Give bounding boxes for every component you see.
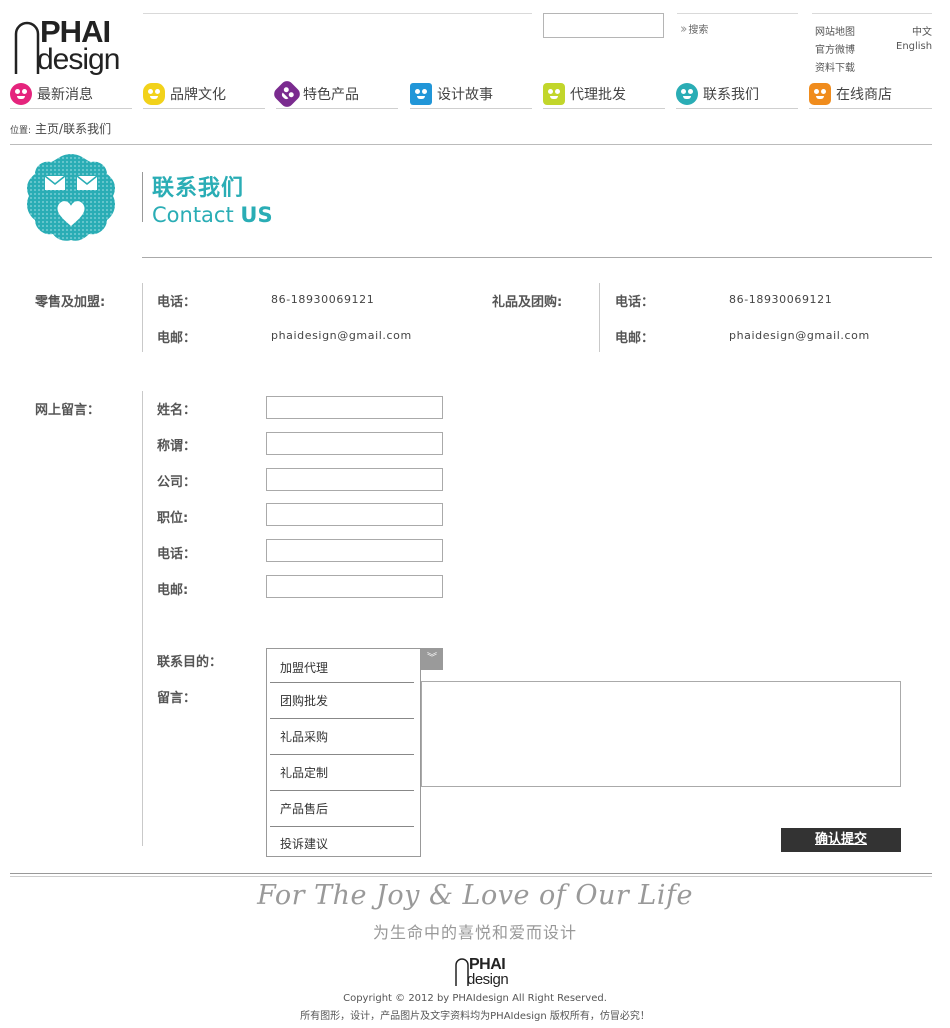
header-rule xyxy=(812,13,932,14)
gift-email-value[interactable]: phaidesign@gmail.com xyxy=(729,329,870,342)
nav-item-label: 最新消息 xyxy=(37,87,93,103)
title-divider xyxy=(142,172,143,222)
position-label: 职位: xyxy=(157,511,189,526)
header-rule xyxy=(143,13,532,14)
footer-tagline-en: For The Joy & Love of Our Life xyxy=(257,880,693,911)
phone-label: 电话： xyxy=(157,547,197,562)
svg-text:design: design xyxy=(37,43,119,76)
purple-star-face-icon xyxy=(271,78,303,110)
phai-design-logo[interactable]: PHAI design xyxy=(10,12,135,78)
purpose-dropdown-toggle[interactable]: ︾ xyxy=(421,648,443,670)
subtitle-part-bold: US xyxy=(240,203,273,227)
salutation-label: 称谓： xyxy=(157,439,197,454)
phone-input[interactable] xyxy=(266,539,443,562)
page-title: 联系我们 xyxy=(152,176,245,201)
nav-item-label: 在线商店 xyxy=(836,87,892,103)
purpose-option[interactable]: 产品售后 xyxy=(280,790,414,826)
svg-text:design: design xyxy=(467,971,508,988)
footer-logo: PHAI design xyxy=(455,956,509,988)
footer-tagline-cn: 为生命中的喜悦和爱而设计 xyxy=(372,923,577,942)
column-divider xyxy=(142,283,143,352)
lang-cn-link[interactable]: 中文 xyxy=(912,23,932,38)
company-label: 公司： xyxy=(157,475,197,490)
retail-email-label: 电邮： xyxy=(157,331,197,346)
nav-item-news[interactable]: 最新消息 xyxy=(10,80,132,109)
column-divider xyxy=(142,391,143,846)
company-input[interactable] xyxy=(266,468,443,491)
blue-square-icon xyxy=(410,83,432,105)
nav-item-products[interactable]: 特色产品 xyxy=(271,78,398,110)
nav-item-contact[interactable]: 联系我们 xyxy=(676,80,798,109)
gift-phone-value: 86-18930069121 xyxy=(729,293,833,306)
message-label: 留言： xyxy=(157,691,197,706)
search-button-label: 搜索 xyxy=(688,25,709,36)
double-chevron-right-icon: ›› xyxy=(680,22,688,37)
yellow-flower-face-icon xyxy=(143,83,165,105)
nav-item-label: 特色产品 xyxy=(303,87,359,103)
envelope-heart-badge-icon xyxy=(27,154,115,241)
nav-item-label: 设计故事 xyxy=(437,87,493,103)
message-form-heading: 网上留言： xyxy=(35,403,101,418)
gift-phone-label: 电话： xyxy=(615,295,655,310)
purpose-option[interactable]: 礼品定制 xyxy=(280,754,414,790)
purpose-option[interactable]: 加盟代理 xyxy=(280,649,414,685)
purpose-label: 联系目的： xyxy=(157,655,223,670)
teal-face-icon xyxy=(676,83,698,105)
breadcrumb: 位置: 主页/联系我们 xyxy=(10,120,111,137)
retail-email-value[interactable]: phaidesign@gmail.com xyxy=(271,329,412,342)
section-divider xyxy=(10,144,932,145)
footer-rule xyxy=(10,873,932,874)
gift-email-label: 电邮： xyxy=(615,331,655,346)
purpose-dropdown-list[interactable]: 加盟代理 团购批发 礼品采购 礼品定制 产品售后 投诉建议 xyxy=(266,648,421,857)
copyright-text: Copyright © 2012 by PHAIdesign All Right… xyxy=(343,993,607,1004)
search-input[interactable] xyxy=(543,13,664,38)
breadcrumb-path[interactable]: 主页/联系我们 xyxy=(35,122,111,136)
column-divider xyxy=(599,283,600,352)
footer-rule xyxy=(10,876,932,877)
orange-face-icon xyxy=(809,83,831,105)
nav-item-shop[interactable]: 在线商店 xyxy=(809,80,932,109)
double-chevron-down-icon: ︾ xyxy=(427,653,437,664)
download-link[interactable]: 资料下载 xyxy=(815,59,855,74)
email-label: 电邮: xyxy=(157,583,189,598)
gift-heading: 礼品及团购: xyxy=(492,295,563,310)
subtitle-part: Contact xyxy=(152,203,241,227)
message-textarea[interactable] xyxy=(421,681,901,787)
submit-button[interactable]: 确认提交 xyxy=(781,828,901,852)
rights-text: 所有图形，设计，产品图片及文字资料均为PHAIdesign 版权所有，仿冒必究！ xyxy=(300,1011,650,1022)
pink-face-icon xyxy=(10,83,32,105)
header-rule xyxy=(677,13,798,14)
retail-heading: 零售及加盟: xyxy=(35,295,106,310)
nav-item-brand[interactable]: 品牌文化 xyxy=(143,80,265,109)
lime-face-icon xyxy=(543,83,565,105)
retail-phone-value: 86-18930069121 xyxy=(271,293,375,306)
breadcrumb-prefix: 位置: xyxy=(10,126,32,136)
salutation-input[interactable] xyxy=(266,432,443,455)
email-input[interactable] xyxy=(266,575,443,598)
purpose-option[interactable]: 团购批发 xyxy=(280,682,414,718)
lang-en-link[interactable]: English xyxy=(896,41,932,52)
nav-item-label: 品牌文化 xyxy=(170,87,226,103)
name-input[interactable] xyxy=(266,396,443,419)
purpose-option[interactable]: 投诉建议 xyxy=(280,825,414,861)
nav-item-label: 代理批发 xyxy=(570,87,626,103)
name-label: 姓名： xyxy=(157,403,197,418)
position-input[interactable] xyxy=(266,503,443,526)
sitemap-link[interactable]: 网站地图 xyxy=(815,23,855,38)
section-divider xyxy=(142,257,932,258)
nav-item-stories[interactable]: 设计故事 xyxy=(410,80,532,109)
page-subtitle: Contact US xyxy=(152,203,273,227)
search-button[interactable]: ›› 搜索 xyxy=(680,21,708,37)
purpose-option[interactable]: 礼品采购 xyxy=(280,718,414,754)
weibo-link[interactable]: 官方微博 xyxy=(815,41,855,56)
nav-item-wholesale[interactable]: 代理批发 xyxy=(543,80,665,109)
retail-phone-label: 电话： xyxy=(157,295,197,310)
nav-item-label: 联系我们 xyxy=(703,87,759,103)
